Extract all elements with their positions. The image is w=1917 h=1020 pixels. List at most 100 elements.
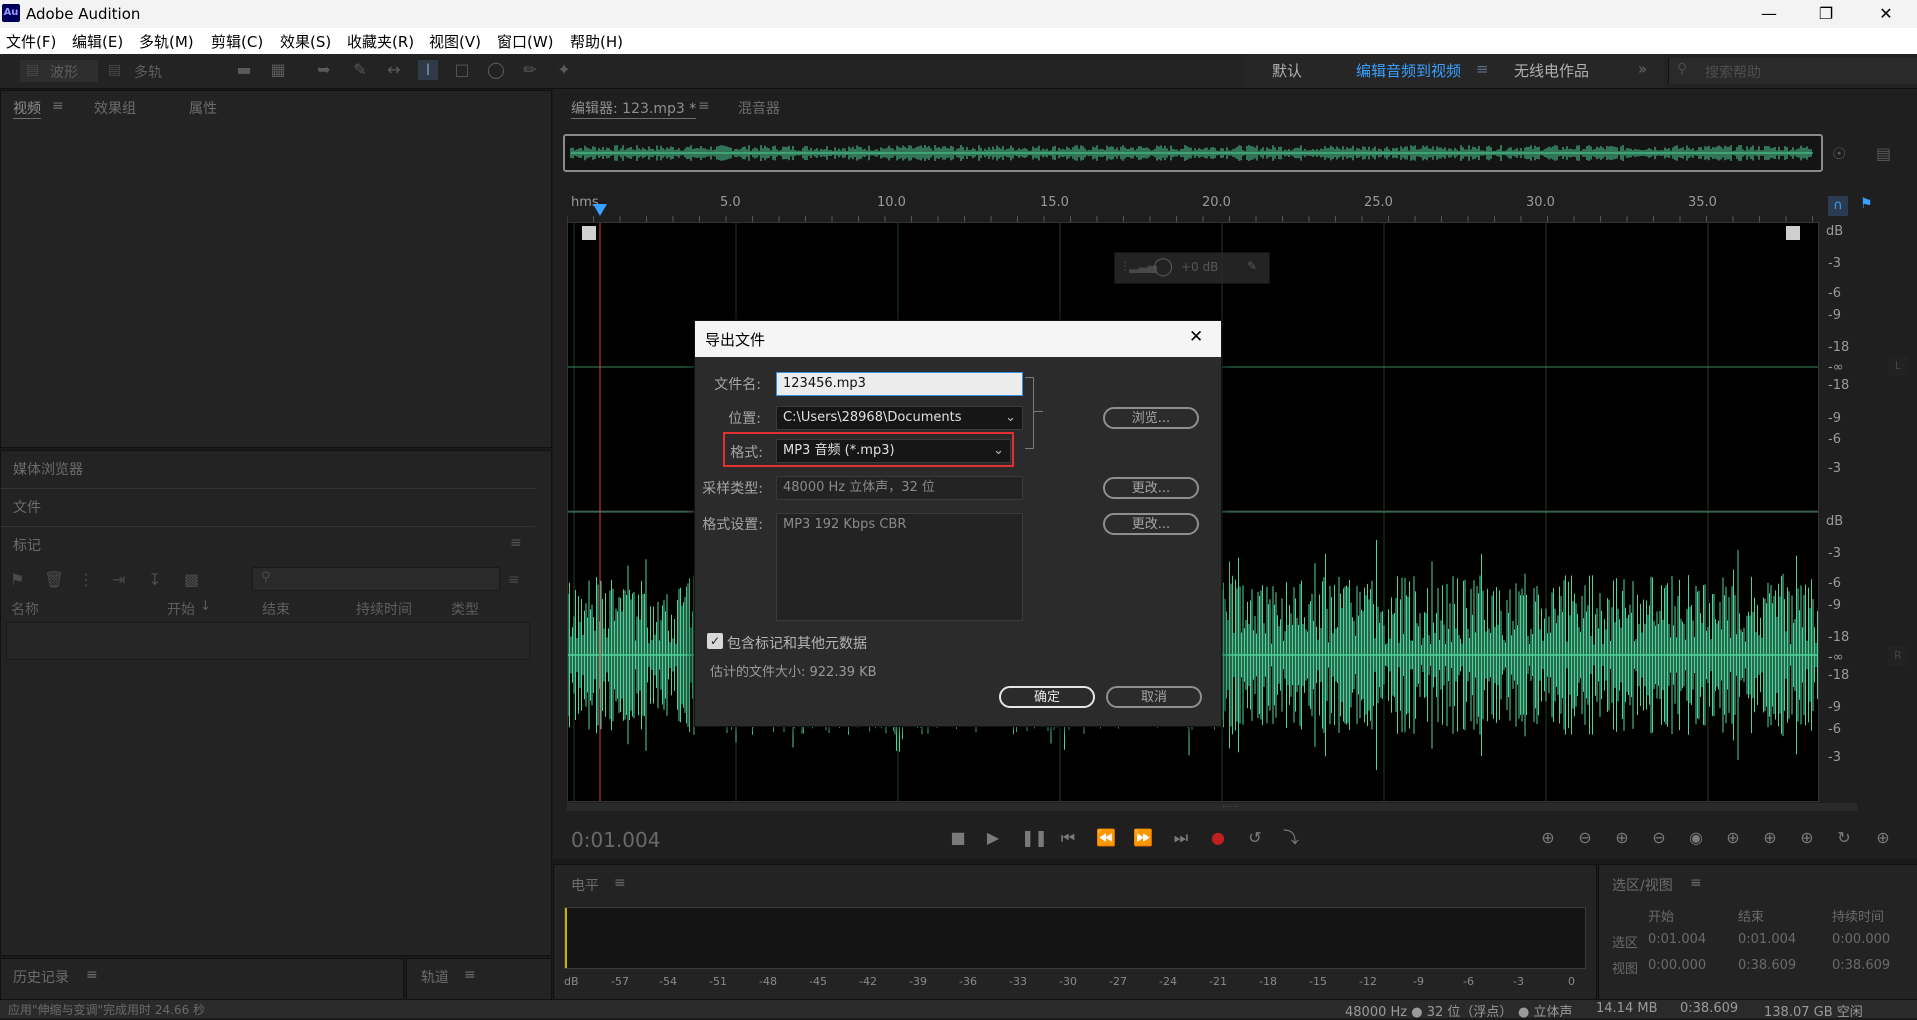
multitrack-mode-button[interactable]: ▤ 多轨 (106, 60, 178, 82)
tracks-menu-icon[interactable]: ≡ (464, 967, 476, 983)
help-search-input[interactable]: ⚲ 搜索帮助 (1668, 58, 1917, 84)
move-tool-icon[interactable]: ➥ (314, 60, 334, 80)
snap-icon[interactable]: ∩ (1828, 196, 1848, 216)
browse-button[interactable]: 浏览... (1103, 407, 1199, 429)
menu-file[interactable]: 文件(F) (6, 31, 56, 52)
workspace-edit-audio-to-video[interactable]: 编辑音频到视频 (1356, 60, 1461, 81)
rewind-icon[interactable]: ⏪ (1096, 828, 1116, 848)
selection-start-value[interactable]: 0:01.004 (1648, 932, 1706, 947)
pitch-display-icon[interactable]: ▦ (268, 60, 288, 80)
markers-menu-icon[interactable]: ≡ (510, 535, 522, 551)
zoom-selection-icon[interactable]: ⊕ (1797, 828, 1817, 848)
column-end[interactable]: 结束 (262, 599, 290, 619)
waveform-mode-button[interactable]: ▤ 波形 (20, 60, 98, 82)
marker-add-icon[interactable]: ⚑ (10, 570, 24, 589)
loop-icon[interactable]: ↺ (1245, 828, 1265, 848)
brush-tool-icon[interactable]: ✏ (520, 60, 540, 80)
history-menu-icon[interactable]: ≡ (86, 967, 98, 983)
hud-pin-icon[interactable]: ✎ (1247, 259, 1257, 273)
marker-delete-icon[interactable]: 🗑 (44, 570, 64, 589)
tab-levels[interactable]: 电平 (571, 875, 599, 895)
editor-menu-icon[interactable]: ≡ (698, 98, 710, 114)
marker-flag-icon[interactable]: ⚑ (1860, 196, 1873, 212)
zoom-navigator-icon[interactable]: ☉ (1832, 144, 1846, 163)
selection-end-value[interactable]: 0:01.004 (1738, 932, 1796, 947)
tab-properties[interactable]: 属性 (189, 98, 217, 118)
change-format-settings-button[interactable]: 更改... (1103, 513, 1199, 535)
selection-view-menu-icon[interactable]: ≡ (1690, 875, 1702, 891)
menu-view[interactable]: 视图(V) (429, 31, 481, 52)
menu-window[interactable]: 窗口(W) (497, 31, 554, 52)
format-select[interactable]: MP3 音频 (*.mp3) ⌄ (776, 439, 1011, 463)
marker-merge-icon[interactable]: ⋮ (78, 570, 94, 589)
menu-multitrack[interactable]: 多轨(M) (139, 31, 194, 52)
playhead-marker-icon[interactable] (593, 204, 607, 216)
zoom-in-time-icon[interactable]: ⊕ (1612, 828, 1632, 848)
record-icon[interactable]: ● (1208, 828, 1228, 848)
fade-out-handle-icon[interactable] (1786, 226, 1800, 240)
cancel-button[interactable]: 取消 (1106, 686, 1202, 708)
selection-duration-value[interactable]: 0:00.000 (1832, 932, 1890, 947)
current-time-display[interactable]: 0:01.004 (571, 828, 660, 852)
tab-selection-view[interactable]: 选区/视图 (1612, 875, 1673, 895)
filename-input[interactable]: 123456.mp3 (776, 372, 1023, 396)
zoom-full-icon[interactable]: ◉ (1686, 828, 1706, 848)
zoom-in-amplitude-icon[interactable]: ⊕ (1538, 828, 1558, 848)
include-markers-label[interactable]: 包含标记和其他元数据 (727, 633, 867, 653)
workspace-default[interactable]: 默认 (1272, 60, 1302, 81)
fast-forward-icon[interactable]: ⏩ (1133, 828, 1153, 848)
close-icon[interactable]: ✕ (1863, 0, 1909, 28)
tab-markers[interactable]: 标记 (13, 535, 41, 555)
fade-in-handle-icon[interactable] (582, 226, 596, 240)
zoom-out-amplitude-icon[interactable]: ⊖ (1575, 828, 1595, 848)
stop-icon[interactable]: ■ (948, 828, 968, 848)
menu-help[interactable]: 帮助(H) (570, 31, 623, 52)
levels-menu-icon[interactable]: ≡ (614, 875, 626, 891)
skip-icon[interactable]: ⤵ (1281, 828, 1301, 848)
column-start[interactable]: 开始 (167, 599, 195, 619)
overview-navigator[interactable] (563, 134, 1823, 172)
menu-effects[interactable]: 效果(S) (280, 31, 331, 52)
tab-files[interactable]: 文件 (13, 497, 41, 517)
menu-favorites[interactable]: 收藏夹(R) (347, 31, 414, 52)
restore-icon[interactable]: ❐ (1803, 0, 1849, 28)
tab-video[interactable]: 视频 (13, 98, 41, 119)
marker-search-input[interactable]: ⚲ (252, 567, 500, 591)
minimize-icon[interactable]: — (1746, 0, 1792, 28)
zoom-reset-icon[interactable]: ↻ (1834, 828, 1854, 848)
panel-options-icon[interactable]: ▤ (1876, 144, 1891, 163)
view-start-value[interactable]: 0:00.000 (1648, 958, 1706, 973)
zoom-in-right-icon[interactable]: ⊕ (1760, 828, 1780, 848)
close-icon[interactable]: ✕ (1189, 327, 1203, 347)
channel-left-toggle[interactable]: L (1888, 356, 1908, 376)
location-select[interactable]: C:\Users\28968\Documents ⌄ (776, 406, 1023, 430)
volume-knob-icon[interactable]: ◯ (1153, 256, 1173, 277)
view-duration-value[interactable]: 0:38.609 (1832, 958, 1890, 973)
zoom-out-time-icon[interactable]: ⊖ (1649, 828, 1669, 848)
tab-mixer[interactable]: 混音器 (738, 98, 780, 118)
marker-insert-icon[interactable]: ⇥ (112, 570, 125, 589)
lasso-tool-icon[interactable]: ◯ (486, 60, 506, 80)
workspace-radio-production[interactable]: 无线电作品 (1514, 60, 1589, 81)
tab-history[interactable]: 历史记录 (13, 967, 69, 987)
zoom-fit-icon[interactable]: ⊕ (1873, 828, 1893, 848)
time-ruler[interactable] (567, 190, 1817, 222)
tab-media-browser[interactable]: 媒体浏览器 (13, 459, 83, 479)
column-type[interactable]: 类型 (451, 599, 479, 619)
change-sample-button[interactable]: 更改... (1103, 477, 1199, 499)
menu-edit[interactable]: 编辑(E) (72, 31, 123, 52)
tab-tracks[interactable]: 轨道 (421, 967, 449, 987)
more-workspaces-icon[interactable]: » (1638, 60, 1647, 78)
marker-export-icon[interactable]: ↧ (148, 570, 161, 589)
panel-menu-icon[interactable]: ≡ (52, 98, 64, 114)
go-to-start-icon[interactable]: ⏮ (1058, 828, 1078, 848)
tab-effects-rack[interactable]: 效果组 (94, 98, 136, 118)
ok-button[interactable]: 确定 (999, 686, 1095, 708)
go-to-end-icon[interactable]: ⏭ (1171, 828, 1191, 848)
column-duration[interactable]: 持续时间 (356, 599, 412, 619)
include-markers-checkbox[interactable]: ✓ (707, 633, 723, 649)
workspace-menu-icon[interactable]: ≡ (1476, 60, 1489, 78)
time-selection-tool-icon[interactable]: I (418, 60, 438, 80)
razor-tool-icon[interactable]: ✎ (350, 60, 370, 80)
scroll-grip-icon[interactable]: ⋯⋯ (1222, 803, 1252, 811)
